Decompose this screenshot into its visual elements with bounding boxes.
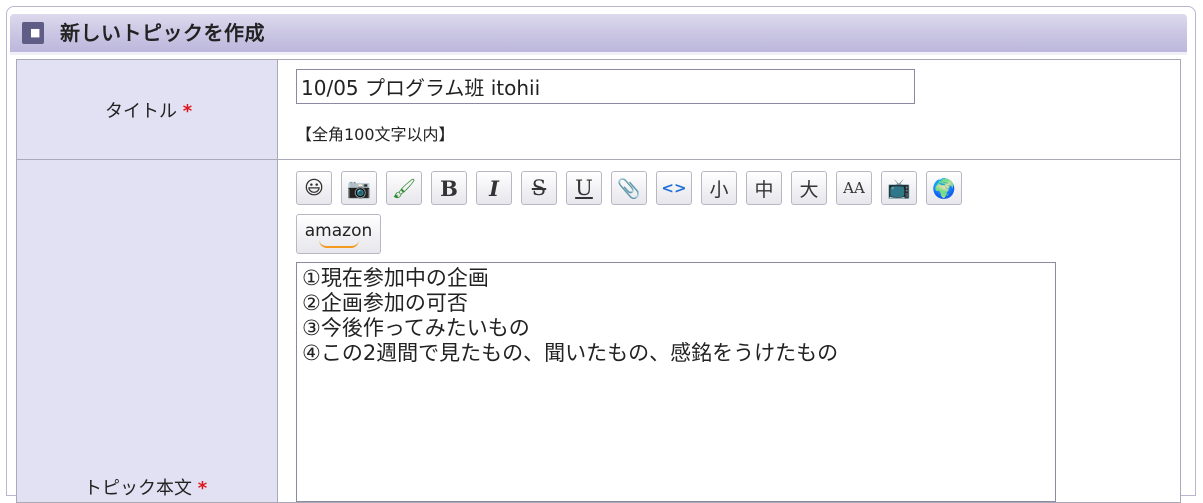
title-length-note: 【全角100文字以内】 xyxy=(296,125,455,144)
title-input[interactable] xyxy=(296,69,915,104)
italic-button[interactable]: I xyxy=(476,171,512,205)
amazon-button[interactable]: amazon xyxy=(296,214,381,254)
required-mark: * xyxy=(182,101,193,122)
body-textarea[interactable]: ①現在参加中の企画 ②企画参加の可否 ③今後作ってみたいもの ④この2週間で見た… xyxy=(296,262,1056,502)
body-label-cell xyxy=(16,159,278,503)
underline-button[interactable]: U xyxy=(566,171,602,205)
emoji-icon[interactable]: 😃 xyxy=(296,171,332,205)
title-label-text: タイトル xyxy=(105,101,177,122)
link-icon[interactable]: <> xyxy=(656,171,692,205)
size-small-button[interactable]: 小 xyxy=(701,171,737,205)
body-label: トピック本文 * xyxy=(84,474,207,500)
camera-icon[interactable]: 📷 xyxy=(341,171,377,205)
body-label-text: トピック本文 xyxy=(84,478,192,499)
section-header-icon: ■ xyxy=(22,22,44,44)
font-icon[interactable]: AA xyxy=(836,171,872,205)
page-title: 新しいトピックを作成 xyxy=(60,21,265,45)
amazon-label: amazon xyxy=(304,221,373,241)
body-required-mark: * xyxy=(197,478,208,499)
strike-button[interactable]: S xyxy=(521,171,557,205)
section-header: ■ 新しいトピックを作成 xyxy=(10,14,1187,52)
color-pen-icon[interactable]: 🖌 xyxy=(386,171,422,205)
header-underline xyxy=(10,52,1187,55)
size-medium-button[interactable]: 中 xyxy=(746,171,782,205)
amazon-smile-icon xyxy=(319,240,359,248)
globe-icon[interactable]: 🌍 xyxy=(926,171,962,205)
video-icon[interactable]: 📺 xyxy=(881,171,917,205)
size-large-button[interactable]: 大 xyxy=(791,171,827,205)
title-label: タイトル * xyxy=(105,97,192,123)
bold-button[interactable]: B xyxy=(431,171,467,205)
attach-icon[interactable]: 📎 xyxy=(611,171,647,205)
